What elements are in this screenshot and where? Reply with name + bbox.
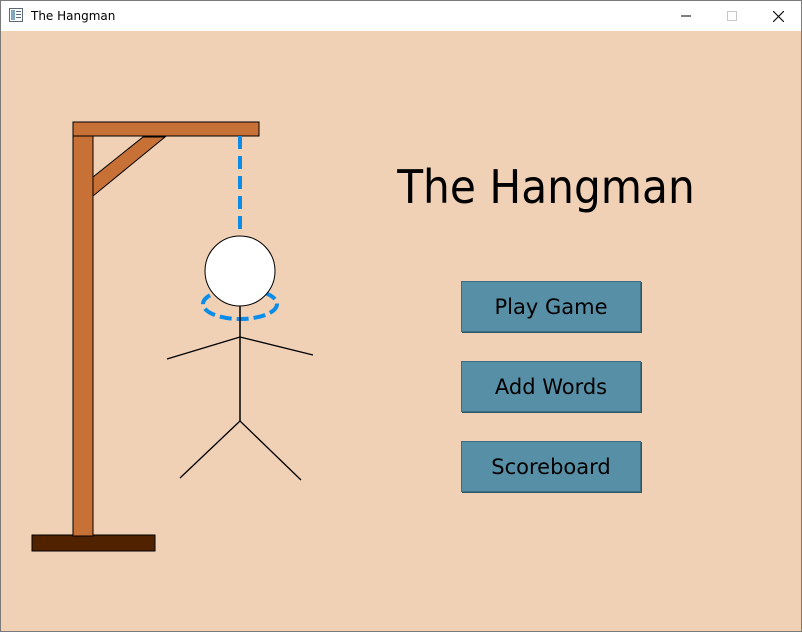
app-window: The Hangman The Hangman Play Game Add Wo… [0,0,802,632]
gallows-brace [92,136,167,198]
close-button[interactable] [755,1,801,31]
minimize-icon [681,15,691,17]
maximize-button[interactable] [709,1,755,31]
app-icon [9,8,23,22]
add-words-button[interactable]: Add Words [461,361,641,412]
play-game-button[interactable]: Play Game [461,281,641,332]
window-title: The Hangman [31,9,116,23]
close-icon [772,10,784,22]
app-heading: The Hangman [397,160,695,214]
gallows-base [31,534,156,552]
gallows-post [72,128,94,537]
stickman-left-leg [179,420,241,479]
stickman-head [204,235,276,307]
stickman-right-arm [239,336,314,356]
stickman-right-leg [239,420,302,481]
minimize-button[interactable] [663,1,709,31]
main-panel: The Hangman Play Game Add Words Scoreboa… [1,31,801,631]
hangman-illustration [31,121,314,552]
gallows-beam [72,121,260,137]
scoreboard-button[interactable]: Scoreboard [461,441,641,492]
stickman-left-arm [166,336,241,360]
maximize-icon [727,11,737,21]
title-bar[interactable]: The Hangman [1,1,801,31]
